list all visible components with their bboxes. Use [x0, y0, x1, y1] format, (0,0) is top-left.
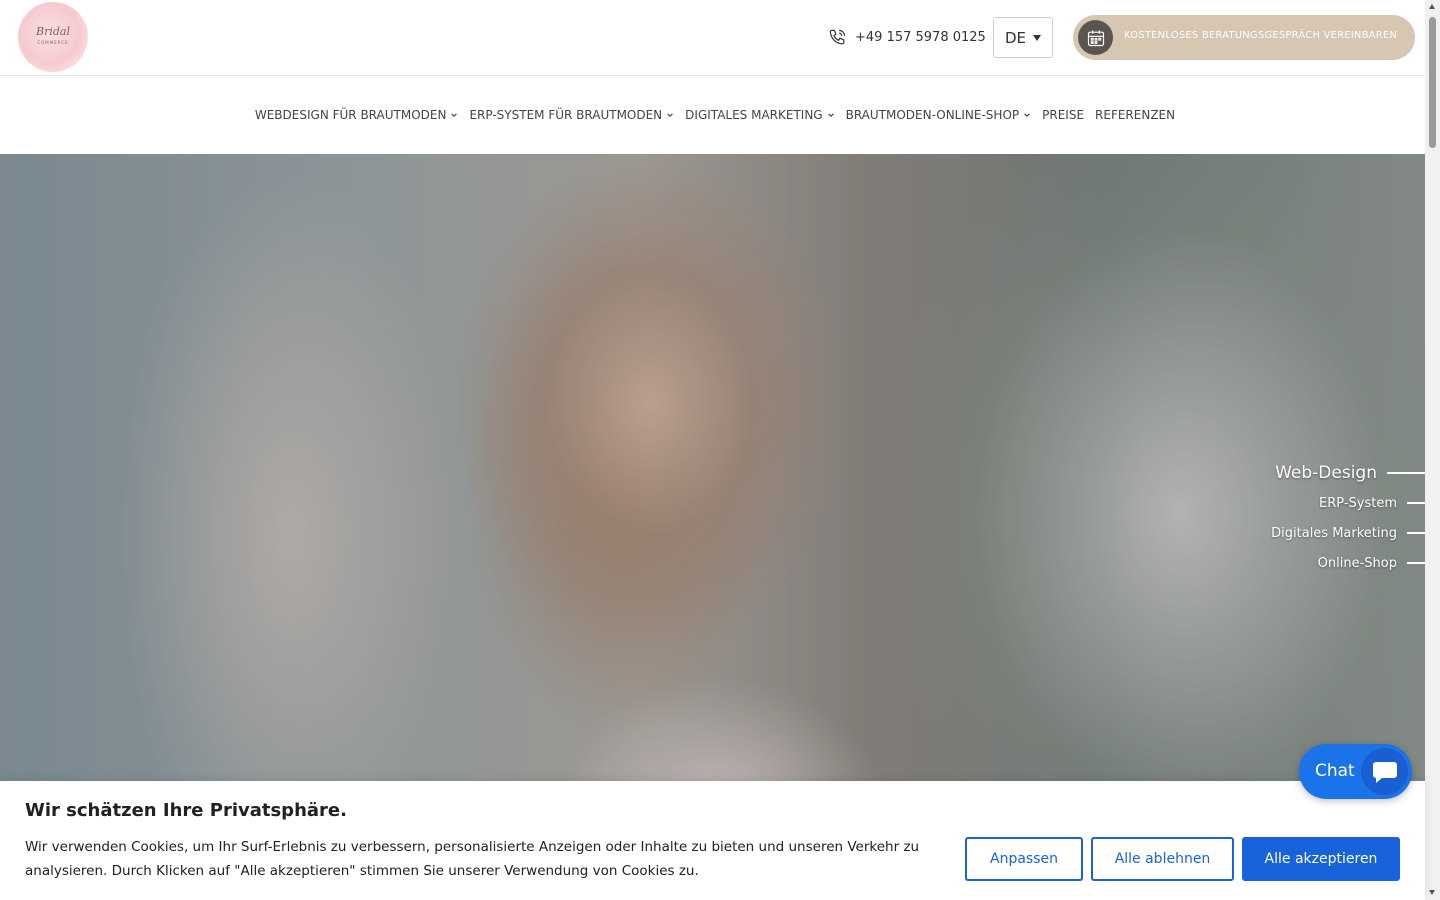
- cookie-banner: Wir schätzen Ihre Privatsphäre. Wir verw…: [0, 781, 1425, 900]
- side-nav-item-webdesign[interactable]: Web-Design: [1225, 458, 1425, 488]
- logo-sub-text: COMMERCE: [37, 40, 69, 45]
- side-nav-item-marketing[interactable]: Digitales Marketing: [1225, 518, 1425, 548]
- chat-button[interactable]: Chat: [1299, 744, 1412, 799]
- side-nav-indicator: [1407, 502, 1425, 504]
- chevron-down-icon: [1024, 113, 1030, 117]
- consultation-button-label: KOSTENLOSES BERATUNGSGESPRÄCH VEREINBARE…: [1124, 30, 1398, 41]
- nav-item-marketing[interactable]: DIGITALES MARKETING: [685, 108, 834, 122]
- caret-down-icon: [1033, 35, 1041, 41]
- scroll-up-icon[interactable]: [1429, 4, 1435, 9]
- nav-item-label: REFERENZEN: [1095, 108, 1176, 122]
- side-nav-indicator: [1407, 562, 1425, 564]
- scroll-down-icon[interactable]: [1429, 890, 1435, 895]
- side-nav-indicator: [1387, 472, 1425, 474]
- chevron-down-icon: [667, 113, 673, 117]
- page-scrollbar[interactable]: [1425, 0, 1440, 900]
- nav-item-erp[interactable]: ERP-SYSTEM FÜR BRAUTMODEN: [469, 108, 674, 122]
- chevron-down-icon: [827, 113, 834, 117]
- language-select[interactable]: DE: [993, 17, 1053, 58]
- cookie-text: Wir verwenden Cookies, um Ihr Surf-Erleb…: [25, 839, 920, 879]
- nav-item-shop[interactable]: BRAUTMODEN-ONLINE-SHOP: [846, 108, 1032, 122]
- nav-item-label: DIGITALES MARKETING: [685, 108, 823, 122]
- cookie-title: Wir schätzen Ihre Privatsphäre.: [25, 800, 347, 821]
- phone-link[interactable]: +49 157 5978 0125: [828, 26, 986, 48]
- nav-item-label: PREISE: [1042, 108, 1085, 122]
- side-nav-item-shop[interactable]: Online-Shop: [1225, 548, 1425, 578]
- consultation-button[interactable]: KOSTENLOSES BERATUNGSGESPRÄCH VEREINBARE…: [1073, 15, 1415, 60]
- chevron-down-icon: [451, 113, 458, 117]
- side-nav-indicator: [1407, 532, 1425, 534]
- bridal-commerce-logo[interactable]: Bridal COMMERCE: [18, 2, 88, 72]
- side-nav-item-erp[interactable]: ERP-System: [1225, 488, 1425, 518]
- phone-number: +49 157 5978 0125: [855, 29, 986, 45]
- chat-bubble-icon: [1361, 748, 1408, 795]
- main-nav: WEBDESIGN FÜR BRAUTMODEN ERP-SYSTEM FÜR …: [0, 76, 1425, 154]
- accept-all-button[interactable]: Alle akzeptieren: [1242, 837, 1400, 881]
- nav-item-label: ERP-SYSTEM FÜR BRAUTMODEN: [469, 108, 663, 122]
- side-nav-label: Web-Design: [1275, 463, 1377, 483]
- language-selected: DE: [1005, 28, 1027, 47]
- phone-icon: [829, 29, 846, 44]
- calendar-icon: [1078, 20, 1113, 55]
- side-nav-label: Online-Shop: [1317, 555, 1397, 571]
- hero-side-nav: Web-Design ERP-System Digitales Marketin…: [1225, 458, 1425, 578]
- nav-item-referenzen[interactable]: REFERENZEN: [1095, 108, 1175, 122]
- scrollbar-thumb[interactable]: [1429, 17, 1436, 148]
- logo-script-text: Bridal: [36, 25, 70, 38]
- customize-button[interactable]: Anpassen: [965, 837, 1083, 881]
- side-nav-label: Digitales Marketing: [1271, 525, 1397, 541]
- nav-item-label: WEBDESIGN FÜR BRAUTMODEN: [254, 108, 447, 122]
- nav-item-label: BRAUTMODEN-ONLINE-SHOP: [845, 108, 1020, 122]
- reject-all-button[interactable]: Alle ablehnen: [1091, 837, 1234, 881]
- nav-item-webdesign[interactable]: WEBDESIGN FÜR BRAUTMODEN: [255, 108, 459, 122]
- chat-button-label: Chat: [1315, 761, 1355, 781]
- nav-item-preise[interactable]: PREISE: [1042, 108, 1084, 122]
- side-nav-label: ERP-System: [1319, 495, 1397, 511]
- top-bar: Bridal COMMERCE +49 157 5978 0125 DE KOS…: [0, 0, 1425, 76]
